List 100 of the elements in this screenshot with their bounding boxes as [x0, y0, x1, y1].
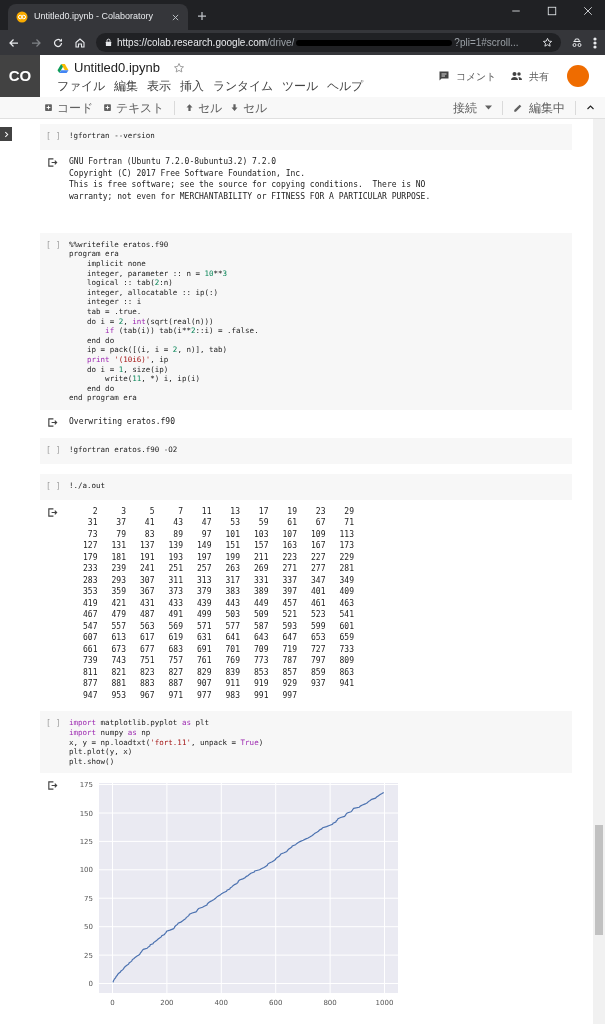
output-number: 389 — [253, 586, 269, 598]
output-number: 227 — [310, 551, 326, 564]
user-avatar[interactable] — [567, 65, 589, 87]
menu-item[interactable]: ヘルプ — [327, 78, 363, 94]
output-line: warranty; not even for MERCHANTABILITY or FITNESS FOR A PARTICULAR PURPOSE. — [69, 191, 431, 203]
output-number: 13 — [229, 505, 240, 518]
output-number: 109 — [310, 528, 326, 541]
plus-icon — [103, 103, 112, 112]
home-icon[interactable] — [74, 36, 86, 49]
output-number: 127 — [82, 540, 98, 552]
menu-item[interactable]: ツール — [282, 78, 318, 94]
output-number: 47 — [200, 517, 212, 529]
output-number: 719 — [281, 643, 297, 656]
output-number: 443 — [224, 597, 240, 610]
output-number: 569 — [167, 620, 183, 633]
output-number: 997 — [281, 689, 297, 702]
output-number: 71 — [343, 517, 354, 529]
reload-icon[interactable] — [52, 36, 64, 49]
close-icon[interactable] — [171, 12, 180, 22]
move-cell-down-button[interactable]: セル — [230, 98, 267, 117]
output-number: 863 — [338, 666, 354, 679]
output-number: 571 — [196, 620, 212, 633]
output-number: 271 — [281, 563, 297, 575]
output-number: 937 — [310, 678, 326, 690]
sidebar-toggle-button[interactable] — [0, 127, 12, 141]
forward-arrow-icon — [30, 36, 42, 49]
output-number: 2 — [91, 505, 98, 518]
output-number: 797 — [310, 655, 326, 667]
output-number: 727 — [310, 643, 326, 656]
output-number: 211 — [253, 551, 269, 564]
output-number: 79 — [115, 528, 126, 541]
output-number: 311 — [167, 574, 183, 587]
browser-tab[interactable]: Untitled0.ipynb - Colaboratory — [8, 4, 188, 30]
output-number: 647 — [281, 632, 297, 644]
output-number: 821 — [110, 666, 126, 679]
move-cell-up-button[interactable]: セル — [185, 98, 222, 117]
notebook-title[interactable]: Untitled0.ipynb — [74, 58, 160, 78]
output-number: 499 — [196, 609, 212, 621]
more-menu-icon[interactable] — [593, 36, 597, 49]
output-number: 677 — [139, 643, 155, 656]
new-tab-icon[interactable] — [196, 10, 208, 22]
output-number: 439 — [196, 597, 212, 610]
scrollbar[interactable] — [593, 119, 605, 1024]
output-number: 953 — [110, 689, 126, 702]
address-bar[interactable]: https://colab.research.google.com/drive/ ?pli=1#scroll... — [96, 33, 561, 52]
collapse-caret-icon[interactable] — [586, 103, 595, 112]
connect-button[interactable]: 接続 — [453, 98, 492, 117]
output-number: 751 — [139, 655, 155, 667]
output-number: 337 — [281, 574, 297, 587]
back-arrow-icon[interactable] — [8, 36, 20, 49]
output-number: 241 — [139, 563, 155, 575]
output-number: 557 — [110, 620, 126, 633]
output-number: 157 — [253, 540, 269, 552]
share-button[interactable]: 共有 — [510, 68, 549, 84]
output-icon[interactable] — [47, 157, 58, 168]
output-number: 461 — [310, 597, 326, 610]
down-arrow-icon — [230, 103, 239, 112]
output-number: 709 — [253, 643, 269, 656]
menu-item[interactable]: 挿入 — [180, 78, 204, 94]
output-number: 233 — [82, 563, 98, 575]
output-number: 929 — [281, 678, 297, 690]
output-number: 599 — [310, 620, 326, 633]
output-number: 787 — [281, 655, 297, 667]
output-number: 691 — [196, 643, 212, 656]
output-number: 829 — [196, 666, 212, 679]
output-number: 401 — [310, 586, 326, 598]
output-number: 487 — [139, 609, 155, 621]
output-number: 857 — [281, 666, 297, 679]
colab-logo[interactable]: CO — [0, 55, 40, 97]
url-text: ?pli=1#scroll... — [454, 36, 519, 50]
edit-mode-button[interactable]: 編集中 — [513, 98, 565, 117]
output-number: 379 — [196, 586, 212, 598]
output-number: 281 — [338, 563, 354, 575]
output-number: 907 — [196, 678, 212, 690]
star-icon[interactable] — [173, 62, 185, 74]
output-number: 419 — [82, 597, 98, 610]
output-number: 397 — [281, 586, 297, 598]
menu-item[interactable]: 表示 — [147, 78, 171, 94]
add-code-button[interactable]: コード — [44, 98, 93, 117]
menu-item[interactable]: 編集 — [114, 78, 138, 94]
comment-icon — [438, 70, 450, 82]
output-number: 761 — [196, 655, 212, 667]
output-icon[interactable] — [47, 416, 58, 428]
output-number: 521 — [281, 609, 297, 621]
output-number: 67 — [314, 517, 326, 529]
add-text-button[interactable]: テキスト — [103, 98, 164, 117]
output-number: 199 — [224, 551, 240, 564]
output-number: 131 — [110, 540, 126, 552]
comment-button[interactable]: コメント — [438, 68, 496, 84]
output-icon[interactable] — [47, 780, 58, 792]
output-number: 313 — [196, 574, 212, 587]
menu-item[interactable]: ファイル — [57, 78, 105, 94]
maximize-icon[interactable] — [547, 6, 557, 16]
output-icon[interactable] — [47, 506, 58, 518]
output-number: 383 — [224, 586, 240, 598]
output-number: 601 — [338, 620, 354, 633]
output-number: 421 — [110, 597, 126, 610]
extension-icon[interactable] — [571, 36, 583, 49]
menu-item[interactable]: ランタイム — [213, 78, 273, 94]
output-number: 769 — [224, 655, 240, 667]
